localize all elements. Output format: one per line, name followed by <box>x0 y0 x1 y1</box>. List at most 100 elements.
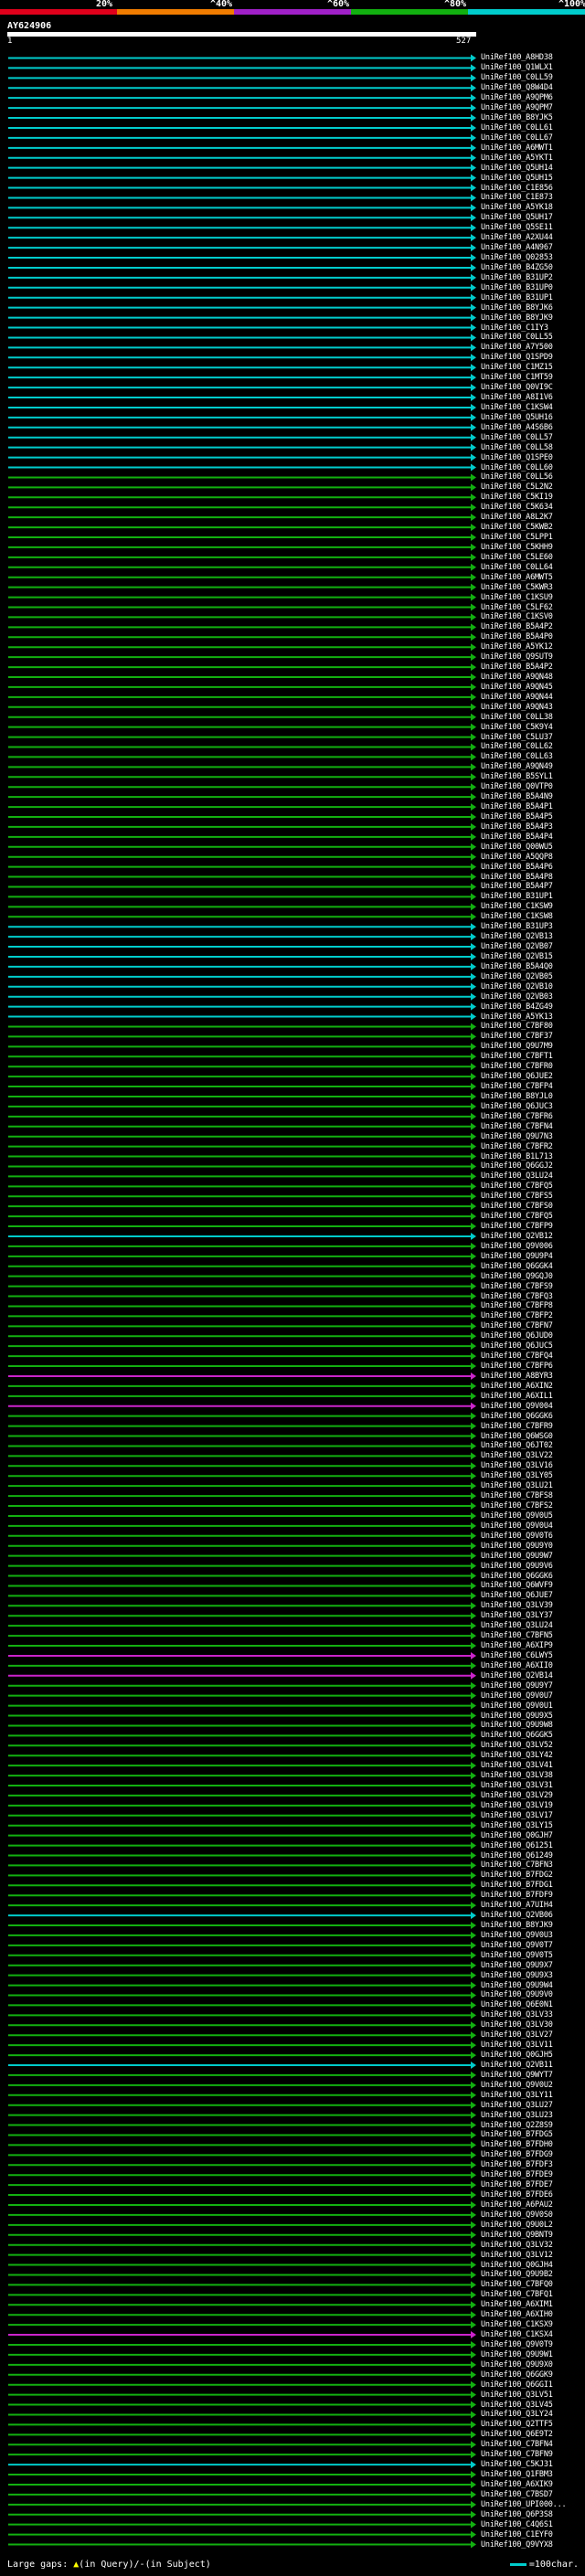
hit-label[interactable]: UniRef100_B5A4P6 <box>481 863 553 871</box>
hit-label[interactable]: UniRef100_Q3LV39 <box>481 1602 553 1610</box>
hit-label[interactable]: UniRef100_Q9U9B2 <box>481 2271 553 2279</box>
hit-label[interactable]: UniRef100_Q6JUC3 <box>481 1103 553 1111</box>
hit-label[interactable]: UniRef100_Q6P3S8 <box>481 2511 553 2519</box>
hit-label[interactable]: UniRef100_A8BYR3 <box>481 1373 553 1381</box>
hit-label[interactable]: UniRef100_Q3LV29 <box>481 1792 553 1800</box>
hit-label[interactable]: UniRef100_B1L713 <box>481 1152 553 1161</box>
hit-label[interactable]: UniRef100_Q0VTP0 <box>481 783 553 791</box>
hit-label[interactable]: UniRef100_Q9V0U4 <box>481 1522 553 1531</box>
hit-label[interactable]: UniRef100_C7BFP6 <box>481 1362 553 1371</box>
hit-label[interactable]: UniRef100_Q2VB07 <box>481 943 553 951</box>
hit-label[interactable]: UniRef100_Q3LV45 <box>481 2401 553 2409</box>
hit-label[interactable]: UniRef100_Q9U9V0 <box>481 1991 553 1999</box>
hit-label[interactable]: UniRef100_C0LL67 <box>481 134 553 143</box>
hit-label[interactable]: UniRef100_Q8W4D4 <box>481 84 553 92</box>
hit-label[interactable]: UniRef100_A5YKT1 <box>481 154 553 162</box>
hit-label[interactable]: UniRef100_A8HD38 <box>481 54 553 62</box>
hit-label[interactable]: UniRef100_C1KSW9 <box>481 903 553 911</box>
hit-label[interactable]: UniRef100_B7FDG1 <box>481 1882 553 1890</box>
hit-label[interactable]: UniRef100_Q9U9X3 <box>481 1971 553 1979</box>
hit-label[interactable]: UniRef100_A9QPM7 <box>481 104 553 112</box>
hit-label[interactable]: UniRef100_Q3LU21 <box>481 1482 553 1490</box>
hit-label[interactable]: UniRef100_Q3LU23 <box>481 2111 553 2119</box>
hit-label[interactable]: UniRef100_C0LL60 <box>481 463 553 472</box>
hit-label[interactable]: UniRef100_C7BFN3 <box>481 1861 553 1870</box>
hit-label[interactable]: UniRef100_C1E856 <box>481 184 553 192</box>
hit-label[interactable]: UniRef100_Q3LV16 <box>481 1462 553 1470</box>
hit-label[interactable]: UniRef100_C7BFQ5 <box>481 1182 553 1191</box>
hit-label[interactable]: UniRef100_Q1WLX1 <box>481 64 553 72</box>
hit-label[interactable]: UniRef100_Q3LY42 <box>481 1752 553 1760</box>
hit-label[interactable]: UniRef100_B5A4P0 <box>481 633 553 641</box>
hit-label[interactable]: UniRef100_A7Y500 <box>481 344 553 352</box>
hit-label[interactable]: UniRef100_Q3LY05 <box>481 1472 553 1480</box>
hit-label[interactable]: UniRef100_C5KHH9 <box>481 544 553 552</box>
hit-label[interactable]: UniRef100_Q9V0U2 <box>481 2082 553 2090</box>
hit-label[interactable]: UniRef100_C0LL38 <box>481 713 553 721</box>
hit-label[interactable]: UniRef100_C7BFT1 <box>481 1053 553 1061</box>
hit-label[interactable]: UniRef100_C5LPP1 <box>481 534 553 542</box>
hit-label[interactable]: UniRef100_Q2VB11 <box>481 2062 553 2070</box>
hit-label[interactable]: UniRef100_B8YJK9 <box>481 313 553 322</box>
hit-label[interactable]: UniRef100_C0LL63 <box>481 753 553 761</box>
hit-label[interactable]: UniRef100_Q6GGK6 <box>481 1412 553 1420</box>
hit-label[interactable]: UniRef100_C0LL59 <box>481 74 553 82</box>
hit-label[interactable]: UniRef100_C1MZ15 <box>481 364 553 372</box>
hit-label[interactable]: UniRef100_Q9U9Y7 <box>481 1681 553 1690</box>
hit-label[interactable]: UniRef100_Q3LU24 <box>481 1172 553 1181</box>
hit-label[interactable]: UniRef100_Q3LV17 <box>481 1812 553 1820</box>
hit-label[interactable]: UniRef100_Q1SPD9 <box>481 354 553 362</box>
hit-label[interactable]: UniRef100_Q9U9X0 <box>481 2361 553 2369</box>
hit-label[interactable]: UniRef100_C5K9Y4 <box>481 723 553 731</box>
hit-label[interactable]: UniRef100_A5YK18 <box>481 204 553 212</box>
hit-label[interactable]: UniRef100_C7BFQ4 <box>481 1352 553 1361</box>
hit-label[interactable]: UniRef100_Q9U9W1 <box>481 2351 553 2359</box>
hit-label[interactable]: UniRef100_B31UP1 <box>481 293 553 302</box>
hit-label[interactable]: UniRef100_B5A4P2 <box>481 663 553 672</box>
hit-label[interactable]: UniRef100_B5A4P2 <box>481 623 553 631</box>
hit-label[interactable]: UniRef100_B5A4Q0 <box>481 963 553 971</box>
hit-label[interactable]: UniRef100_C0LL58 <box>481 443 553 451</box>
hit-label[interactable]: UniRef100_A7UIH4 <box>481 1902 553 1910</box>
hit-label[interactable]: UniRef100_Q5UH15 <box>481 174 553 182</box>
hit-label[interactable]: UniRef100_Q9V0U5 <box>481 1512 553 1521</box>
hit-label[interactable]: UniRef100_B7FDE9 <box>481 2171 553 2179</box>
hit-label[interactable]: UniRef100_Q5UH14 <box>481 164 553 172</box>
hit-label[interactable]: UniRef100_Q9V0U1 <box>481 1701 553 1710</box>
hit-label[interactable]: UniRef100_C1KSX9 <box>481 2321 553 2329</box>
hit-label[interactable]: UniRef100_Q2VB03 <box>481 992 553 1001</box>
hit-label[interactable]: UniRef100_Q2VB15 <box>481 953 553 961</box>
hit-label[interactable]: UniRef100_C7BFR6 <box>481 1113 553 1121</box>
hit-label[interactable]: UniRef100_C5LE60 <box>481 554 553 562</box>
hit-label[interactable]: UniRef100_C1KSW8 <box>481 913 553 921</box>
hit-label[interactable]: UniRef100_A6XIP9 <box>481 1642 553 1650</box>
hit-label[interactable]: UniRef100_C7BFS2 <box>481 1502 553 1511</box>
hit-label[interactable]: UniRef100_Q3LV52 <box>481 1742 553 1750</box>
hit-label[interactable]: UniRef100_C7BFN9 <box>481 2451 553 2459</box>
hit-label[interactable]: UniRef100_A9QN45 <box>481 684 553 692</box>
hit-label[interactable]: UniRef100_Q6GGK4 <box>481 1263 553 1271</box>
hit-label[interactable]: UniRef100_Q2VB10 <box>481 983 553 991</box>
hit-label[interactable]: UniRef100_C5K634 <box>481 504 553 512</box>
hit-label[interactable]: UniRef100_Q3LV19 <box>481 1802 553 1810</box>
hit-label[interactable]: UniRef100_Q5UH17 <box>481 214 553 222</box>
hit-label[interactable]: UniRef100_C0LL56 <box>481 473 553 482</box>
hit-label[interactable]: UniRef100_Q9U9W8 <box>481 1722 553 1730</box>
hit-label[interactable]: UniRef100_C1KSU9 <box>481 593 553 601</box>
hit-label[interactable]: UniRef100_B5A4N9 <box>481 793 553 801</box>
hit-label[interactable]: UniRef100_C7BFN5 <box>481 1632 553 1640</box>
hit-label[interactable]: UniRef100_B7FDE7 <box>481 2181 553 2189</box>
hit-label[interactable]: UniRef100_Q9V0S0 <box>481 2211 553 2220</box>
hit-label[interactable]: UniRef100_C1MT59 <box>481 374 553 382</box>
hit-label[interactable]: UniRef100_B7FDH0 <box>481 2141 553 2149</box>
hit-label[interactable]: UniRef100_A8L2K7 <box>481 514 553 522</box>
hit-label[interactable]: UniRef100_C1EYF0 <box>481 2530 553 2539</box>
hit-label[interactable]: UniRef100_A9QPM6 <box>481 94 553 102</box>
hit-label[interactable]: UniRef100_A9QN43 <box>481 704 553 712</box>
hit-label[interactable]: UniRef100_Q6JUE7 <box>481 1592 553 1600</box>
hit-label[interactable]: UniRef100_Q6GGK9 <box>481 2371 553 2380</box>
hit-label[interactable]: UniRef100_B31UP2 <box>481 274 553 282</box>
hit-label[interactable]: UniRef100_Q3LV33 <box>481 2011 553 2019</box>
hit-label[interactable]: UniRef100_C5KI19 <box>481 493 553 502</box>
hit-label[interactable]: UniRef100_A8I1V6 <box>481 394 553 402</box>
